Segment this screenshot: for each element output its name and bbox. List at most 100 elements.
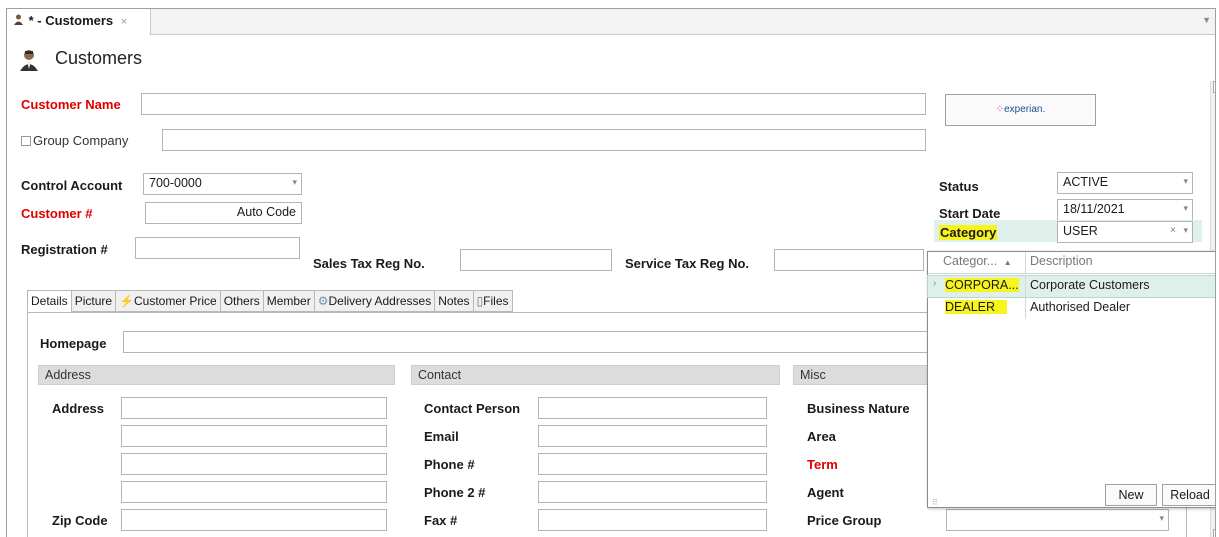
dropdown-arrow-icon: ▾	[1183, 176, 1188, 186]
category-select[interactable]: USER × ▾	[1057, 221, 1193, 243]
document-tab-strip: * - Customers × ▼	[7, 9, 1215, 35]
customer-number-input[interactable]: Auto Code	[145, 202, 302, 224]
checkbox-icon	[21, 136, 31, 146]
status-label: Status	[939, 179, 979, 194]
misc-group-header: Misc	[793, 365, 933, 385]
category-row[interactable]: › CORPORA... Corporate Customers	[927, 275, 1215, 298]
column-header-description-label: Description	[1030, 254, 1093, 268]
contact-group-header: Contact	[411, 365, 780, 385]
category-code-cell: DEALER	[942, 298, 1026, 319]
email-input[interactable]	[538, 425, 767, 447]
tab-notes[interactable]: Notes	[435, 290, 474, 312]
tab-files[interactable]: ▯Files	[473, 290, 513, 312]
close-tab-icon[interactable]: ×	[121, 16, 127, 28]
service-tax-input[interactable]	[774, 249, 924, 271]
dropdown-arrow-icon: ▾	[1159, 513, 1164, 523]
tab-member-label: Member	[266, 294, 311, 308]
registration-input[interactable]	[135, 237, 300, 259]
status-select[interactable]: ACTIVE ▾	[1057, 172, 1193, 194]
category-label: Category	[939, 225, 998, 240]
dropdown-arrow-icon[interactable]: ▾	[1183, 225, 1188, 236]
user-icon	[13, 13, 25, 28]
tab-member[interactable]: Member	[263, 290, 315, 312]
scroll-up-icon[interactable]: ▲	[1213, 81, 1215, 93]
price-group-select[interactable]: ▾	[946, 509, 1169, 531]
dropdown-arrow-icon: ▾	[1183, 203, 1188, 213]
control-account-select[interactable]: 700-0000 ▾	[143, 173, 302, 195]
price-tag-icon: ⚡	[119, 294, 134, 308]
tab-picture-label: Picture	[74, 294, 113, 308]
scrollbar-thumb[interactable]	[1213, 529, 1215, 537]
zip-code-input[interactable]	[121, 509, 387, 531]
customers-document-tab[interactable]: * - Customers ×	[7, 9, 151, 35]
fax-input[interactable]	[538, 509, 767, 531]
delivery-icon: ⚙	[317, 294, 329, 308]
start-date-value: 18/11/2021	[1063, 202, 1125, 216]
customer-name-label: Customer Name	[21, 97, 121, 112]
category-dropdown-popup: Categor... ▲ Description › CORPORA... Co…	[927, 251, 1215, 508]
area-label: Area	[807, 429, 836, 444]
category-description-cell: Authorised Dealer	[1030, 300, 1131, 314]
category-code-cell: CORPORA...	[942, 276, 1026, 297]
sales-tax-input[interactable]	[460, 249, 612, 271]
term-label: Term	[807, 457, 838, 472]
start-date-input[interactable]: 18/11/2021 ▾	[1057, 199, 1193, 221]
tab-delivery-addresses[interactable]: ⚙Delivery Addresses	[314, 290, 436, 312]
fax-label: Fax #	[424, 513, 458, 528]
experian-button[interactable]: ⁘experian.	[945, 94, 1096, 126]
experian-logo-icon: ⁘	[995, 104, 1005, 115]
category-description-cell: Corporate Customers	[1030, 278, 1150, 292]
reload-button[interactable]: Reload	[1162, 484, 1215, 506]
tab-details[interactable]: Details	[27, 290, 72, 312]
group-company-checkbox[interactable]: Group Company	[21, 133, 128, 148]
tab-notes-label: Notes	[438, 294, 470, 308]
phone-label: Phone #	[424, 457, 475, 472]
tab-customer-price-label: Customer Price	[134, 294, 217, 308]
customer-name-input[interactable]	[141, 93, 926, 115]
experian-label: experian.	[1004, 104, 1046, 115]
phone2-label: Phone 2 #	[424, 485, 486, 500]
control-account-value: 700-0000	[149, 176, 202, 190]
group-company-input[interactable]	[162, 129, 926, 151]
document-tab-label: * - Customers	[28, 13, 114, 28]
customers-header-icon	[19, 49, 39, 74]
address-line-1-input[interactable]	[121, 397, 387, 419]
start-date-label: Start Date	[939, 206, 1001, 221]
column-header-description[interactable]: Description	[1027, 252, 1215, 273]
address-group-header: Address	[38, 365, 395, 385]
phone2-input[interactable]	[538, 481, 767, 503]
contact-person-label: Contact Person	[424, 401, 521, 416]
sales-tax-label: Sales Tax Reg No.	[313, 256, 425, 271]
tab-customer-price[interactable]: ⚡Customer Price	[116, 290, 221, 312]
category-row[interactable]: DEALER Authorised Dealer	[928, 298, 1215, 319]
clear-icon[interactable]: ×	[1170, 225, 1176, 236]
address-line-3-input[interactable]	[121, 453, 387, 475]
business-nature-label: Business Nature	[807, 401, 910, 416]
address-line-4-input[interactable]	[121, 481, 387, 503]
tab-others-label: Others	[223, 294, 260, 308]
chevron-down-icon[interactable]: ▼	[1202, 15, 1211, 25]
new-button[interactable]: New	[1105, 484, 1157, 506]
phone-input[interactable]	[538, 453, 767, 475]
service-tax-label: Service Tax Reg No.	[625, 256, 750, 271]
category-code: CORPORA...	[945, 278, 1019, 292]
tab-others[interactable]: Others	[220, 290, 264, 312]
customers-window: * - Customers × ▼ Customers Customer Nam…	[6, 8, 1216, 537]
price-group-label: Price Group	[807, 513, 882, 528]
registration-label: Registration #	[21, 242, 108, 257]
column-header-category[interactable]: Categor... ▲	[940, 252, 1026, 273]
tab-files-label: Files	[483, 294, 509, 308]
group-company-label: Group Company	[33, 133, 129, 148]
address-line-2-input[interactable]	[121, 425, 387, 447]
address-label: Address	[52, 401, 105, 416]
status-value: ACTIVE	[1063, 175, 1109, 189]
tab-picture[interactable]: Picture	[71, 290, 117, 312]
category-grid-header: Categor... ▲ Description	[928, 252, 1215, 274]
category-value: USER	[1063, 224, 1098, 238]
tab-details-label: Details	[31, 294, 68, 308]
resize-grip-icon[interactable]: ⠿	[932, 498, 938, 507]
contact-person-input[interactable]	[538, 397, 767, 419]
control-account-label: Control Account	[21, 178, 123, 193]
row-indicator-icon: ›	[933, 278, 937, 289]
page-title: Customers	[55, 48, 143, 68]
